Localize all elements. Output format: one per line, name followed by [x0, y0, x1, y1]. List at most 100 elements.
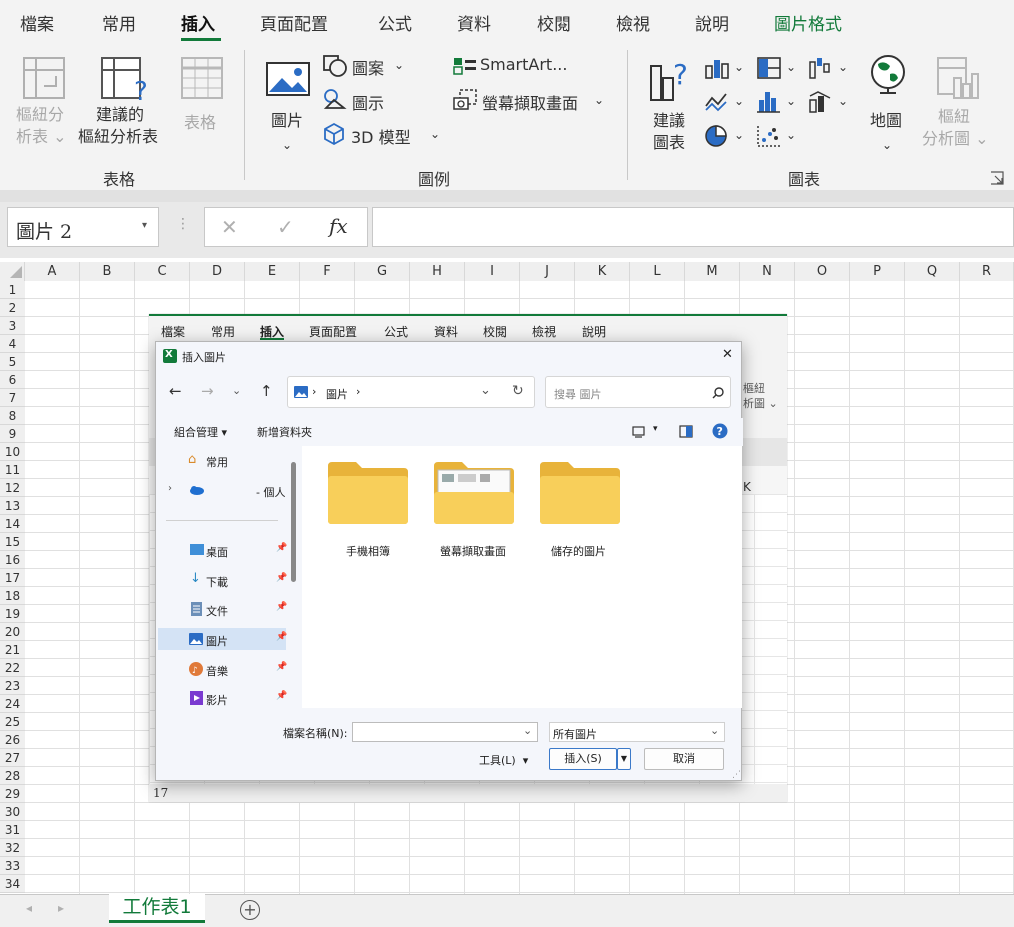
column-chart-button[interactable]: ⌄	[704, 56, 748, 80]
column-header[interactable]: F	[300, 262, 355, 281]
column-header[interactable]: H	[410, 262, 465, 281]
row-header[interactable]: 23	[0, 677, 25, 695]
scatter-chart-button[interactable]: ⌄	[756, 124, 800, 148]
row-header[interactable]: 34	[0, 875, 25, 893]
cancel-entry-icon[interactable]: ✕	[221, 215, 238, 239]
recommended-charts-button[interactable]: ? 建議 圖表	[645, 48, 697, 154]
recent-chevron-down-icon[interactable]: ⌄	[232, 384, 241, 397]
sidebar-item-onedrive[interactable]: › - 個人	[158, 479, 286, 501]
filename-field[interactable]: ⌄	[352, 722, 538, 742]
search-box[interactable]: 搜尋 圖片	[545, 376, 731, 408]
shapes-button[interactable]: 圖案 ⌄	[322, 54, 412, 78]
row-header[interactable]: 16	[0, 551, 25, 569]
smartart-button[interactable]: SmartArt...	[452, 54, 576, 78]
sidebar-scrollbar[interactable]	[291, 462, 296, 582]
column-header[interactable]: Q	[905, 262, 960, 281]
organize-button[interactable]: 組合管理 ▾	[174, 424, 227, 440]
tools-button[interactable]: 工具(L) ▾	[479, 752, 528, 768]
row-header[interactable]: 2	[0, 299, 25, 317]
file-type-select[interactable]: 所有圖片 ⌄	[549, 722, 725, 742]
view-icon[interactable]	[632, 426, 646, 438]
column-header[interactable]: G	[355, 262, 410, 281]
folder-item[interactable]	[540, 462, 620, 524]
table-button[interactable]: 表格	[176, 48, 230, 148]
column-header[interactable]: J	[520, 262, 575, 281]
column-header[interactable]: N	[740, 262, 795, 281]
formula-input[interactable]	[372, 207, 1014, 247]
sidebar-item-downloads[interactable]: ↓ 下載 📌	[158, 569, 287, 591]
row-header[interactable]: 10	[0, 443, 25, 461]
tab-home[interactable]: 常用	[102, 10, 136, 35]
column-header[interactable]: D	[190, 262, 245, 281]
icons-button[interactable]: 圖示	[322, 88, 412, 113]
address-segment-pictures[interactable]: 圖片	[326, 386, 348, 402]
pivot-chart-button[interactable]: 樞紐 分析圖 ⌄	[920, 52, 996, 154]
tab-view[interactable]: 檢視	[616, 10, 650, 35]
row-header[interactable]: 27	[0, 749, 25, 767]
cancel-button[interactable]: 取消	[644, 748, 724, 770]
sidebar-item-pictures[interactable]: 圖片 📌	[158, 628, 287, 650]
column-header[interactable]: P	[850, 262, 905, 281]
enter-entry-icon[interactable]: ✓	[277, 215, 294, 239]
tab-formulas[interactable]: 公式	[378, 10, 412, 35]
column-header[interactable]: R	[960, 262, 1014, 281]
pivot-table-button[interactable]: 樞紐分 析表 ⌄	[12, 48, 80, 148]
view-dropdown-icon[interactable]: ▾	[653, 424, 658, 434]
picture-button[interactable]: 圖片 ⌄	[262, 48, 314, 154]
column-header[interactable]: L	[630, 262, 685, 281]
row-header[interactable]: 15	[0, 533, 25, 551]
up-icon[interactable]: ↑	[260, 382, 273, 400]
sidebar-item-music[interactable]: ♪ 音樂 📌	[158, 658, 287, 680]
row-header[interactable]: 9	[0, 425, 25, 443]
add-sheet-button[interactable]: +	[240, 900, 260, 920]
column-header[interactable]: A	[25, 262, 80, 281]
sidebar-item-videos[interactable]: 影片 📌	[158, 687, 287, 709]
row-header[interactable]: 28	[0, 767, 25, 785]
row-header[interactable]: 24	[0, 695, 25, 713]
sidebar-item-home[interactable]: ⌂ 常用	[158, 449, 286, 471]
tab-picture-format[interactable]: 圖片格式	[774, 10, 842, 35]
statistic-chart-button[interactable]: ⌄	[756, 90, 800, 114]
column-header[interactable]: B	[80, 262, 135, 281]
name-box-dropdown-icon[interactable]: ▾	[142, 220, 147, 231]
insert-button[interactable]: 插入(S)	[549, 748, 617, 770]
sidebar-item-desktop[interactable]: 桌面 📌	[158, 539, 287, 561]
tab-data[interactable]: 資料	[457, 10, 491, 35]
scroll-right-icon[interactable]: ▸	[58, 901, 64, 915]
tab-help[interactable]: 說明	[695, 10, 729, 35]
scroll-left-icon[interactable]: ◂	[26, 901, 32, 915]
row-header[interactable]: 31	[0, 821, 25, 839]
combo-chart-button[interactable]: ⌄	[808, 90, 852, 114]
row-header[interactable]: 21	[0, 641, 25, 659]
row-header[interactable]: 7	[0, 389, 25, 407]
row-header[interactable]: 1	[0, 281, 25, 299]
column-header[interactable]: I	[465, 262, 520, 281]
row-header[interactable]: 32	[0, 839, 25, 857]
row-header[interactable]: 11	[0, 461, 25, 479]
row-header[interactable]: 33	[0, 857, 25, 875]
hierarchy-chart-button[interactable]: ⌄	[756, 56, 800, 80]
waterfall-chart-button[interactable]: ⌄	[808, 56, 852, 80]
search-input[interactable]: 搜尋 圖片	[554, 386, 602, 402]
row-header[interactable]: 18	[0, 587, 25, 605]
select-all-corner[interactable]	[0, 262, 25, 281]
insert-dropdown-icon[interactable]: ▼	[617, 748, 631, 770]
row-header[interactable]: 13	[0, 497, 25, 515]
dialog-launcher-icon[interactable]	[990, 170, 1004, 185]
screenshot-button[interactable]: 螢幕擷取畫面 ⌄	[452, 88, 612, 113]
row-header[interactable]: 19	[0, 605, 25, 623]
refresh-icon[interactable]: ↻	[512, 383, 524, 399]
row-header[interactable]: 20	[0, 623, 25, 641]
recommended-pivot-button[interactable]: ? 建議的 樞紐分析表	[78, 48, 170, 148]
back-icon[interactable]: ←	[169, 382, 182, 400]
column-header[interactable]: M	[685, 262, 740, 281]
row-header[interactable]: 22	[0, 659, 25, 677]
resize-grip-icon[interactable]: ⋰	[732, 770, 741, 780]
close-icon[interactable]: ✕	[722, 347, 733, 362]
folder-item[interactable]	[434, 462, 514, 524]
row-header[interactable]: 4	[0, 335, 25, 353]
column-header[interactable]: K	[575, 262, 630, 281]
expand-chevron-icon[interactable]: ›	[168, 483, 172, 494]
column-header[interactable]: E	[245, 262, 300, 281]
row-header[interactable]: 5	[0, 353, 25, 371]
